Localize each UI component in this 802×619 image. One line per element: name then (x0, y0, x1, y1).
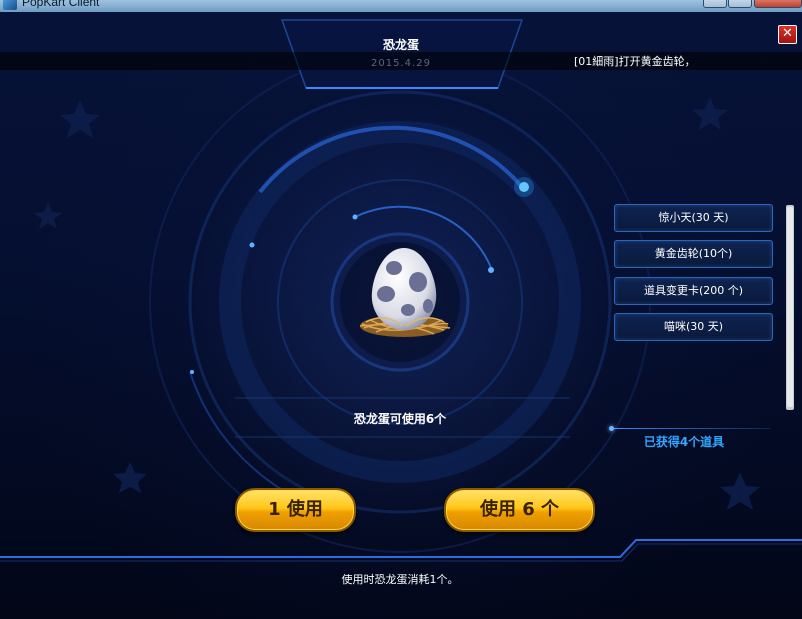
minimize-button[interactable] (703, 0, 727, 8)
use-one-button[interactable]: 1 使用 (235, 488, 356, 532)
egg-count-status: 恐龙蛋可使用6个 (353, 412, 447, 426)
glow-dot-icon (609, 426, 614, 431)
dinosaur-egg-icon (356, 242, 452, 346)
dialog-title: 恐龙蛋 (382, 38, 419, 52)
maximize-button[interactable] (728, 0, 752, 8)
reward-item[interactable]: 黄金齿轮(10个) (614, 240, 773, 268)
window-title: PopKart Client (22, 0, 100, 9)
scrollbar-thumb[interactable] (787, 207, 793, 407)
divider (612, 428, 770, 429)
obtained-count: 已获得4个道具 (643, 435, 725, 449)
broadcast-ticker: [01細雨]打开黄金齿轮， (574, 55, 696, 68)
reward-item[interactable]: 喵咪(30 天) (614, 313, 773, 341)
reward-list-scrollbar[interactable] (786, 205, 794, 410)
window-close-button[interactable] (754, 0, 802, 8)
os-titlebar: PopKart Client (0, 0, 802, 12)
reward-item[interactable]: 道具变更卡(200 个) (614, 277, 773, 305)
close-icon[interactable]: ✕ (778, 25, 797, 44)
use-all-button[interactable]: 使用 6 个 (444, 488, 595, 532)
event-date: 2015.4.29 (371, 58, 431, 69)
reward-item[interactable]: 惊小天(30 天) (614, 204, 773, 232)
consumption-note: 使用时恐龙蛋消耗1个。 (341, 573, 459, 586)
app-icon (3, 0, 17, 10)
egg-open-dialog: 恐龙蛋 2015.4.29 [01細雨]打开黄金齿轮， ✕ 恐龙蛋可使用6个 惊… (0, 12, 802, 619)
